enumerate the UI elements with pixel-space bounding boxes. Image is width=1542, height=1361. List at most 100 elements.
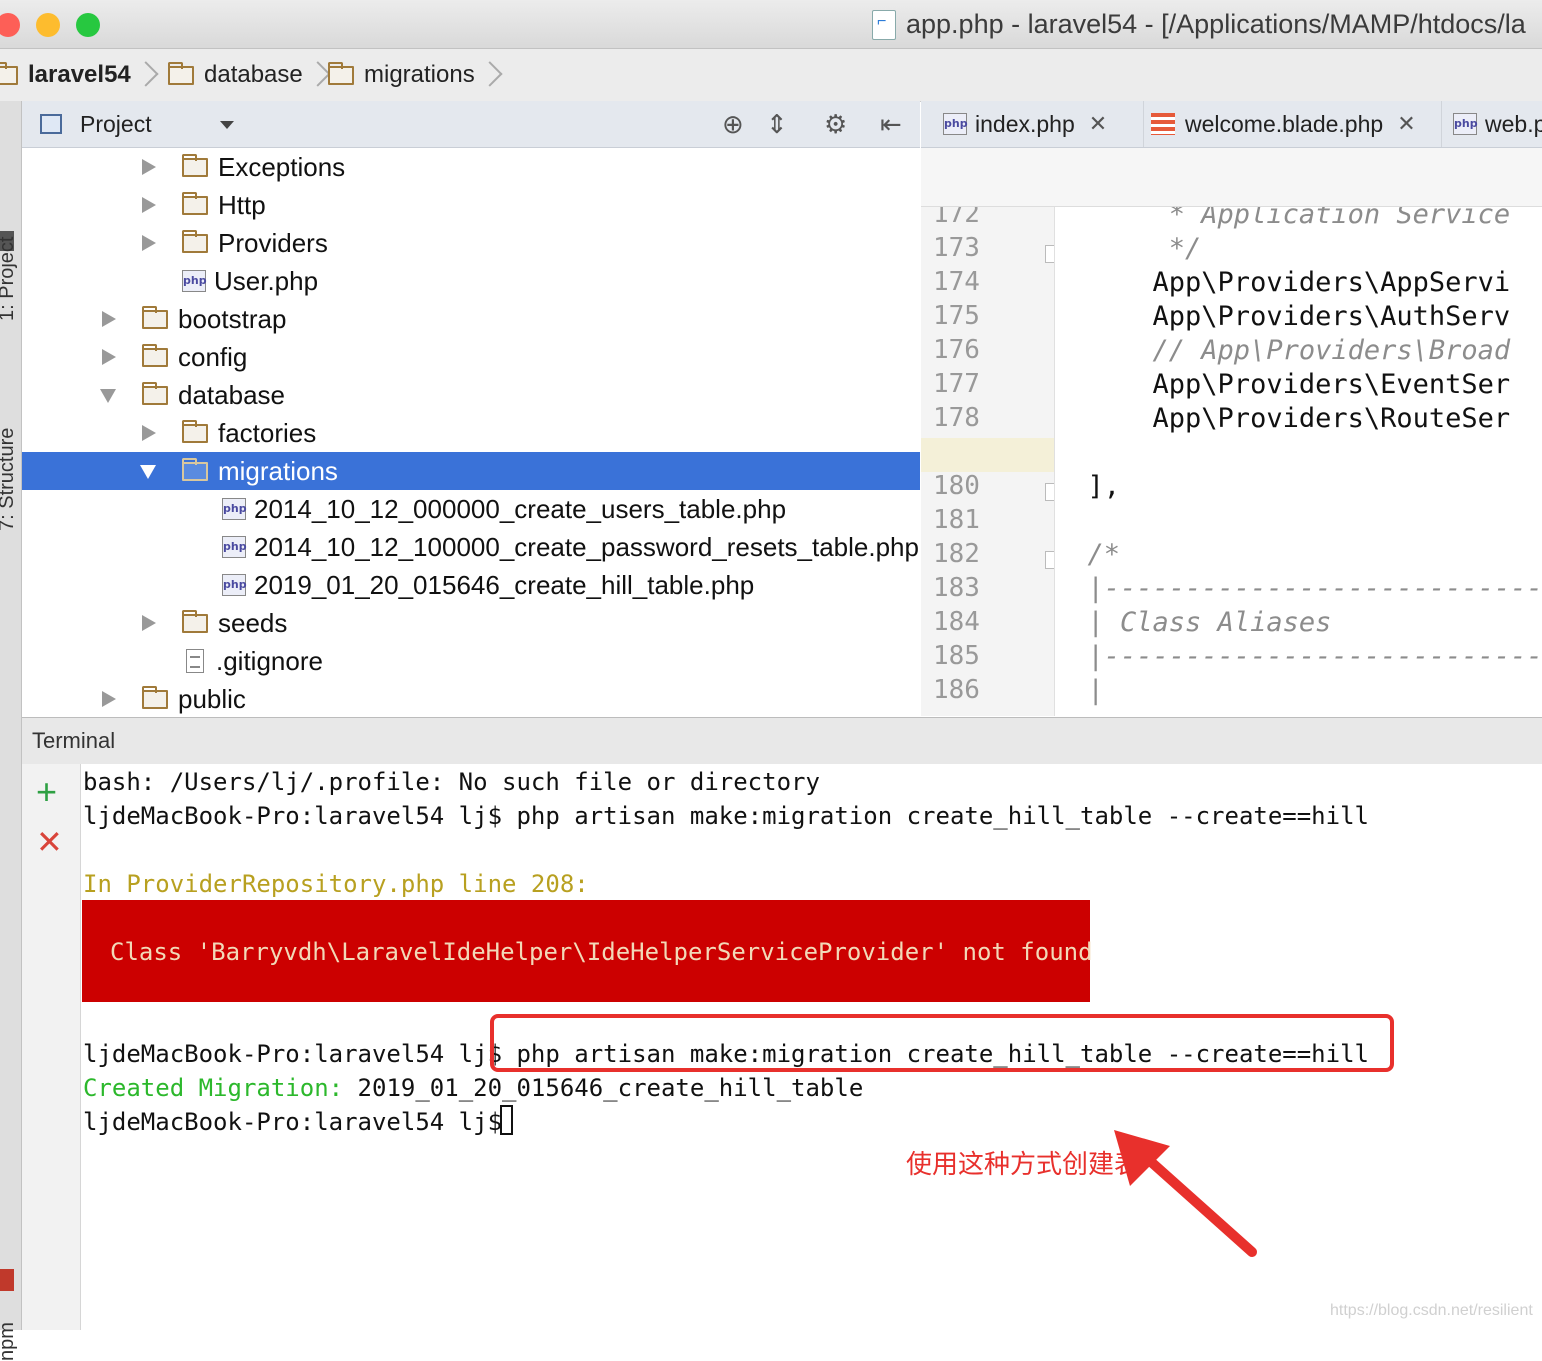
code-line: * Application Service (1055, 207, 1511, 230)
expand-arrow-icon[interactable] (142, 235, 156, 251)
tree-item[interactable]: Exceptions (22, 148, 920, 186)
tree-item[interactable]: Http (22, 186, 920, 224)
terminal-title: Terminal (32, 728, 116, 753)
tree-item[interactable]: migrations (22, 452, 920, 490)
tree-item-label: 2019_01_20_015646_create_hill_table.php (254, 569, 755, 600)
folder-icon (142, 685, 168, 709)
tree-item[interactable]: factories (22, 414, 920, 452)
line-number: 180 (933, 471, 980, 501)
fold-marker-icon[interactable] (1045, 245, 1054, 263)
tree-item[interactable]: php User.php (22, 262, 920, 300)
code-line: App\Providers\AuthServ (1055, 301, 1511, 332)
tree-item[interactable]: seeds (22, 604, 920, 642)
line-number: 177 (933, 369, 980, 399)
code-line: | Class Aliases (1055, 607, 1332, 638)
folder-icon (0, 61, 18, 85)
hide-panel-icon[interactable]: ⇤ (880, 109, 902, 140)
line-number: 178 (933, 403, 980, 433)
tab-welcome-blade-php[interactable]: welcome.blade.php ✕ (1131, 101, 1442, 147)
collapse-all-icon[interactable]: ⇕ (766, 109, 788, 140)
tree-item-label: Providers (218, 227, 328, 258)
tool-tab-npm[interactable]: npm (0, 1322, 19, 1361)
close-window-button[interactable] (0, 13, 20, 37)
code-line: | (1055, 675, 1104, 706)
fold-marker-icon[interactable] (1045, 551, 1054, 569)
expand-arrow-icon[interactable] (102, 691, 116, 707)
folder-icon (142, 343, 168, 367)
gear-icon[interactable]: ⚙ (824, 109, 847, 140)
code-line: App\Providers\AppServi (1055, 267, 1511, 298)
folder-icon (142, 305, 168, 329)
tree-item-label: seeds (218, 607, 288, 638)
folder-icon (328, 61, 354, 85)
expand-arrow-icon[interactable] (102, 311, 116, 327)
line-number: 176 (933, 335, 980, 365)
error-message-box: Class 'Barryvdh\LaravelIdeHelper\IdeHelp… (82, 900, 1093, 1002)
php-file-icon: php (943, 113, 968, 135)
tree-item-label: migrations (218, 455, 338, 486)
expand-arrow-icon[interactable] (142, 615, 156, 631)
tree-item-label: public (178, 683, 246, 714)
expand-arrow-icon[interactable] (142, 159, 156, 175)
tree-item[interactable]: php 2019_01_20_015646_create_hill_table.p… (22, 566, 920, 604)
php-file-icon: php (222, 536, 247, 558)
zoom-window-button[interactable] (76, 13, 100, 37)
tree-item[interactable]: config (22, 338, 920, 376)
minimize-window-button[interactable] (36, 13, 60, 37)
expand-arrow-icon[interactable] (142, 197, 156, 213)
php-file-icon: php (222, 498, 247, 520)
tree-item-label: factories (218, 417, 317, 448)
window-title: app.php - laravel54 - [/Applications/MAM… (906, 9, 1526, 39)
line-number: 185 (933, 641, 980, 671)
tree-item[interactable]: public (22, 680, 920, 716)
project-tree: Exceptions Http Providers php User.php bootst… (22, 148, 920, 716)
tab-index-php[interactable]: php index.php ✕ (921, 101, 1144, 147)
highlight-box (490, 1014, 1394, 1072)
close-icon[interactable]: ✕ (1397, 111, 1415, 137)
locate-icon[interactable]: ⊕ (722, 109, 744, 140)
collapse-arrow-icon[interactable] (100, 389, 116, 403)
annotation-arrow-icon (1114, 1130, 1257, 1257)
code-editor[interactable]: * Application Service */ App\Providers\A… (1055, 207, 1542, 716)
folder-icon (182, 419, 208, 443)
breadcrumb-item-database[interactable]: database (168, 59, 325, 91)
tool-tab-project[interactable]: 1: Project (0, 237, 19, 321)
line-number: 184 (933, 607, 980, 637)
new-session-icon[interactable]: + (36, 774, 57, 810)
breadcrumb-item-project[interactable]: laravel54 (0, 59, 153, 91)
expand-arrow-icon[interactable] (142, 425, 156, 441)
close-session-icon[interactable]: ✕ (36, 824, 63, 860)
terminal-toolbar: + ✕ (22, 764, 81, 1330)
terminal-header: Terminal (22, 717, 1542, 765)
tree-item[interactable]: php 2014_10_12_100000_create_password_res… (22, 528, 920, 566)
tree-item-label: database (178, 379, 285, 410)
tree-item[interactable]: bootstrap (22, 300, 920, 338)
line-number: 181 (933, 505, 980, 535)
project-view-selector[interactable]: Project (80, 111, 152, 138)
expand-arrow-icon[interactable] (102, 349, 116, 365)
code-line: |----------------------------- (1055, 641, 1542, 672)
breadcrumb: laravel54 database migrations (0, 49, 1542, 102)
tree-item-label: Exceptions (218, 151, 346, 182)
close-icon[interactable]: ✕ (1089, 111, 1107, 137)
code-line: App\Providers\RouteSer (1055, 403, 1511, 434)
tree-item-label: User.php (214, 265, 319, 296)
tree-item[interactable]: .gitignore (22, 642, 920, 680)
line-number: 173 (933, 233, 980, 263)
terminal-line: In ProviderRepository.php line 208: (83, 870, 589, 898)
tab-web-php[interactable]: php web.p (1433, 101, 1542, 147)
breadcrumb-item-migrations[interactable]: migrations (328, 59, 497, 91)
fold-marker-icon[interactable] (1045, 483, 1054, 501)
title-bar: app.php - laravel54 - [/Applications/MAM… (0, 0, 1542, 49)
tree-item[interactable]: Providers (22, 224, 920, 262)
tree-item[interactable]: database (22, 376, 920, 414)
tree-item-label: .gitignore (216, 645, 323, 676)
tool-tab-structure[interactable]: 7: Structure (0, 428, 19, 531)
code-line: ], (1055, 471, 1121, 502)
folder-icon (182, 153, 208, 177)
chevron-down-icon[interactable] (220, 121, 234, 129)
tree-item[interactable]: php 2014_10_12_000000_create_users_table.… (22, 490, 920, 528)
collapse-arrow-icon[interactable] (140, 465, 156, 479)
left-tool-strip: 1: Project 7: Structure npm (0, 101, 22, 1361)
chevron-right-icon (139, 60, 153, 90)
